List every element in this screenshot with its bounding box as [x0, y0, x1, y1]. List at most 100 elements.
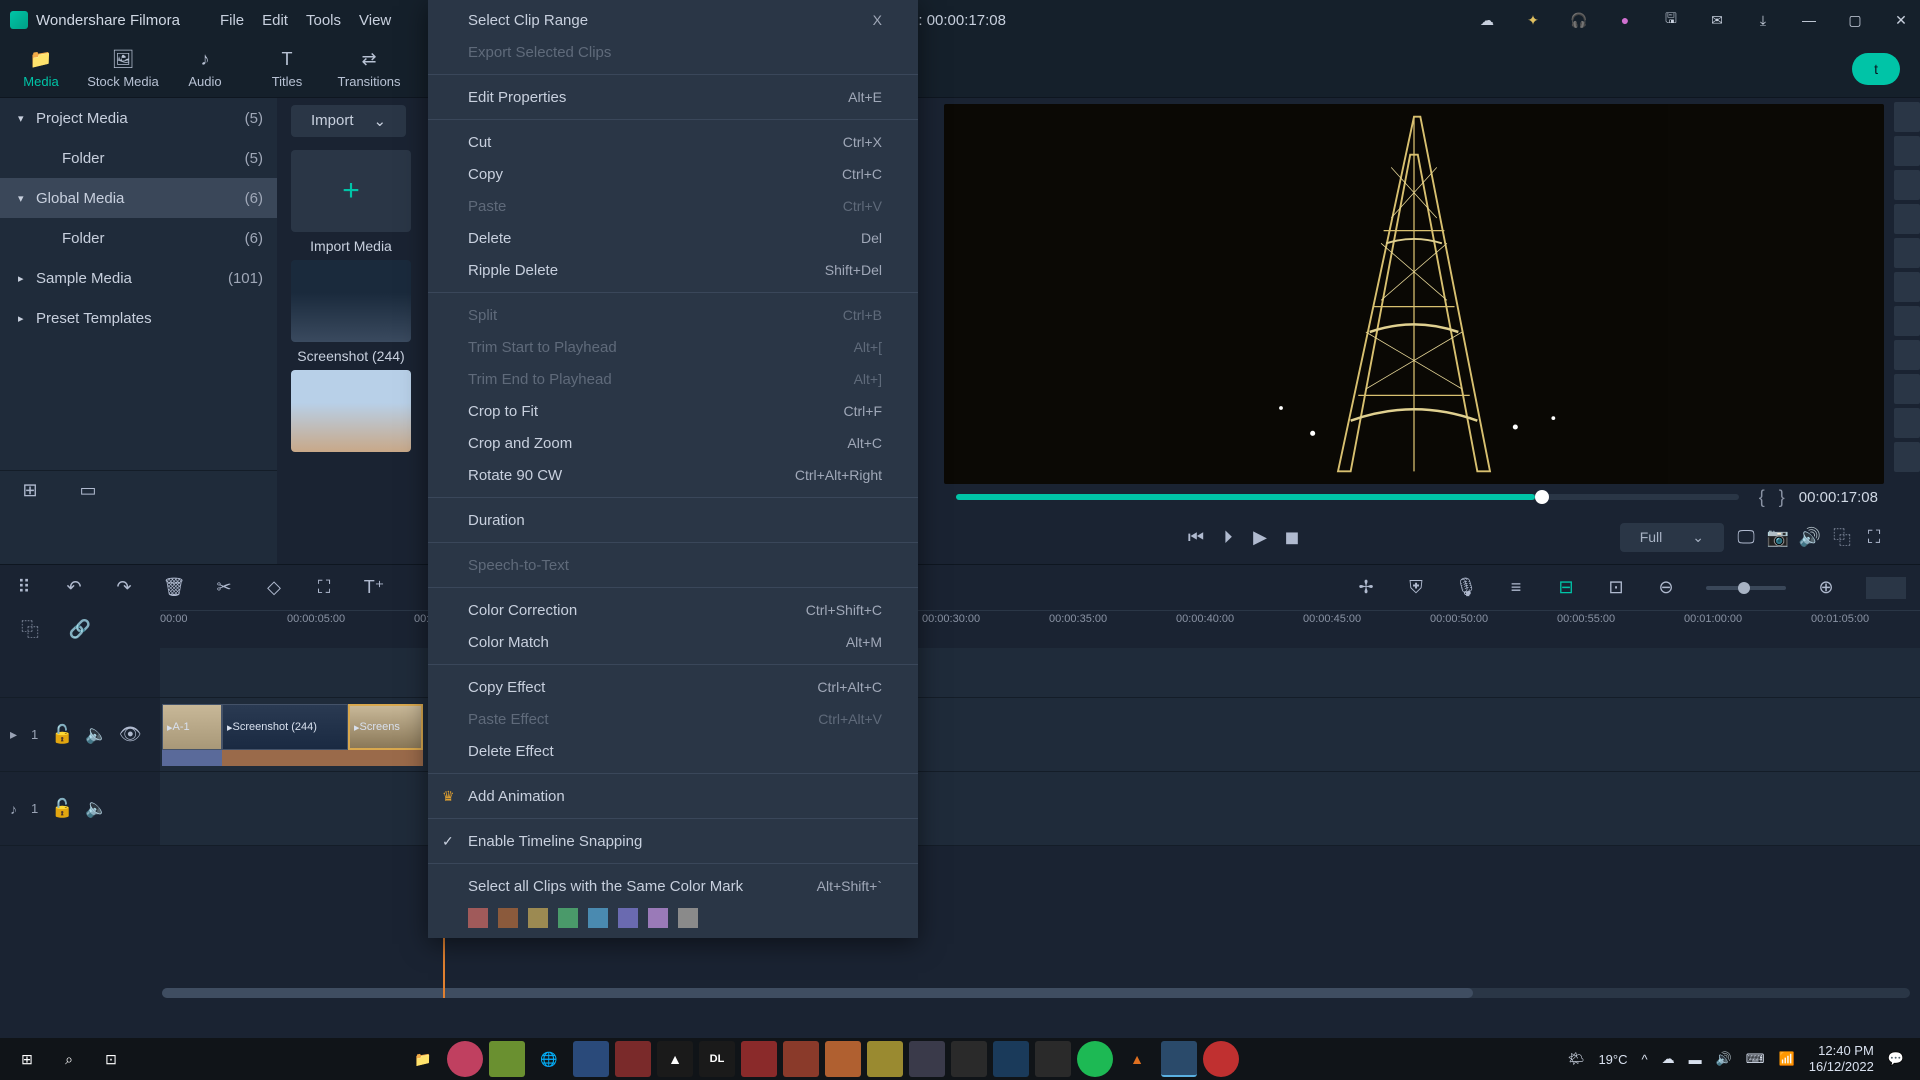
- color-swatch[interactable]: [648, 908, 668, 928]
- media-thumb-1[interactable]: [291, 260, 411, 342]
- system-clock[interactable]: 12:40 PM 16/12/2022: [1809, 1043, 1874, 1074]
- tree-item-preset-templates[interactable]: ▸Preset Templates: [0, 298, 277, 338]
- zoom-in-icon[interactable]: ⊕: [1816, 578, 1836, 598]
- display-icon[interactable]: 🖵: [1736, 527, 1756, 547]
- app-icon[interactable]: [867, 1041, 903, 1077]
- text-icon[interactable]: T⁺: [364, 578, 384, 598]
- wifi-icon[interactable]: 📶: [1779, 1051, 1795, 1067]
- import-button[interactable]: Import⌄: [291, 105, 406, 137]
- tab-stock-media[interactable]: 🖼Stock Media: [82, 49, 164, 89]
- task-view-icon[interactable]: ⊡: [93, 1041, 129, 1077]
- shield-icon[interactable]: ⛨: [1406, 578, 1426, 598]
- meter[interactable]: [1866, 577, 1906, 599]
- tree-item-folder[interactable]: Folder(5): [0, 138, 277, 178]
- tree-item-sample-media[interactable]: ▸Sample Media(101): [0, 258, 277, 298]
- close-icon[interactable]: ✕: [1892, 11, 1910, 29]
- menu-edit[interactable]: Edit: [262, 12, 288, 29]
- weather-text[interactable]: 19°C: [1598, 1052, 1627, 1067]
- delete-icon[interactable]: 🗑: [164, 578, 184, 598]
- app-icon[interactable]: [1035, 1041, 1071, 1077]
- timeline-clip[interactable]: ▸ A-1: [162, 704, 222, 750]
- mark-in[interactable]: {: [1759, 487, 1765, 508]
- app-icon[interactable]: [1203, 1041, 1239, 1077]
- timeline-clip[interactable]: ▸ Screenshot (244): [222, 704, 348, 750]
- app-icon[interactable]: ▲: [657, 1041, 693, 1077]
- notifications-icon[interactable]: 💬: [1888, 1051, 1904, 1067]
- menu-tools[interactable]: Tools: [306, 12, 341, 29]
- ctx-copy-effect[interactable]: Copy EffectCtrl+Alt+C: [428, 671, 918, 703]
- import-media-tile[interactable]: +: [291, 150, 411, 232]
- tips-icon[interactable]: ✦: [1524, 11, 1542, 29]
- marker-slot[interactable]: [1894, 102, 1920, 132]
- stop-icon[interactable]: ◼: [1282, 527, 1302, 547]
- marker-slot[interactable]: [1894, 272, 1920, 302]
- ctx-edit-properties[interactable]: Edit PropertiesAlt+E: [428, 81, 918, 113]
- folder-icon[interactable]: ▭: [78, 481, 98, 501]
- cloud-icon[interactable]: ☁: [1478, 11, 1496, 29]
- tab-audio[interactable]: ♪Audio: [164, 49, 246, 89]
- app-icon[interactable]: [909, 1041, 945, 1077]
- mail-icon[interactable]: ✉: [1708, 11, 1726, 29]
- ctx-select-same-color[interactable]: Select all Clips with the Same Color Mar…: [428, 870, 918, 902]
- app-icon[interactable]: [993, 1041, 1029, 1077]
- ctx-duration[interactable]: Duration: [428, 504, 918, 536]
- minimize-icon[interactable]: —: [1800, 11, 1818, 29]
- app-icon[interactable]: [825, 1041, 861, 1077]
- app-icon[interactable]: [951, 1041, 987, 1077]
- play-icon[interactable]: ▶: [1250, 527, 1270, 547]
- mark-out[interactable]: }: [1779, 487, 1785, 508]
- ctx-ripple-delete[interactable]: Ripple DeleteShift+Del: [428, 254, 918, 286]
- visibility-icon[interactable]: 👁: [120, 725, 140, 745]
- color-swatch[interactable]: [588, 908, 608, 928]
- lock-icon[interactable]: 🔓: [52, 799, 72, 819]
- app-icon[interactable]: [783, 1041, 819, 1077]
- mic-icon[interactable]: 🎙: [1456, 578, 1476, 598]
- undo-icon[interactable]: ↶: [64, 578, 84, 598]
- ctx-delete[interactable]: DeleteDel: [428, 222, 918, 254]
- timeline-ruler[interactable]: 00:0000:00:05:0000:00:10:0000:00:15:0000…: [160, 610, 1920, 648]
- profile-icon[interactable]: ●: [1616, 11, 1634, 29]
- mixer-icon[interactable]: ≡: [1506, 578, 1526, 598]
- tab-titles[interactable]: TTitles: [246, 49, 328, 89]
- menu-file[interactable]: File: [220, 12, 244, 29]
- preview-scrubber[interactable]: [956, 494, 1739, 500]
- ctx-add-animation[interactable]: ♛Add Animation: [428, 780, 918, 812]
- ctx-crop-to-fit[interactable]: Crop to FitCtrl+F: [428, 395, 918, 427]
- app-icon[interactable]: DL: [699, 1041, 735, 1077]
- color-swatch[interactable]: [528, 908, 548, 928]
- tree-item-project-media[interactable]: ▾Project Media(5): [0, 98, 277, 138]
- cut-icon[interactable]: ✂: [214, 578, 234, 598]
- redo-icon[interactable]: ↷: [114, 578, 134, 598]
- app-icon[interactable]: [489, 1041, 525, 1077]
- marker-slot[interactable]: [1894, 408, 1920, 438]
- marker-slot[interactable]: [1894, 374, 1920, 404]
- fit-icon[interactable]: ⊡: [1606, 578, 1626, 598]
- link-icon[interactable]: 🔗: [70, 619, 90, 639]
- fullscreen-icon[interactable]: ⛶: [1864, 527, 1884, 547]
- ctx-select-clip-range[interactable]: Select Clip RangeX: [428, 4, 918, 36]
- ctx-enable-timeline-snapping[interactable]: ✓Enable Timeline Snapping: [428, 825, 918, 857]
- export-button[interactable]: t: [1852, 53, 1900, 85]
- marker-slot[interactable]: [1894, 442, 1920, 472]
- tray-expand-icon[interactable]: ^: [1641, 1052, 1647, 1067]
- onedrive-icon[interactable]: ☁: [1662, 1051, 1675, 1067]
- track-manage-icon[interactable]: ⿻: [20, 619, 40, 639]
- save-icon[interactable]: 🖫: [1662, 11, 1680, 29]
- color-swatch[interactable]: [498, 908, 518, 928]
- spotify-icon[interactable]: [1077, 1041, 1113, 1077]
- sound-tray-icon[interactable]: 🔊: [1716, 1051, 1732, 1067]
- new-folder-icon[interactable]: ⊞: [20, 481, 40, 501]
- ctx-delete-effect[interactable]: Delete Effect: [428, 735, 918, 767]
- timeline-clip-selected[interactable]: ▸ Screens: [348, 704, 423, 750]
- tree-item-folder[interactable]: Folder(6): [0, 218, 277, 258]
- timeline-scrollbar[interactable]: [162, 988, 1910, 998]
- snapshot-icon[interactable]: 📷: [1768, 527, 1788, 547]
- ctx-cut[interactable]: CutCtrl+X: [428, 126, 918, 158]
- prev-frame-icon[interactable]: ⏮: [1186, 527, 1206, 547]
- zoom-out-icon[interactable]: ⊖: [1656, 578, 1676, 598]
- step-icon[interactable]: ⏵: [1218, 527, 1238, 547]
- media-thumb-2[interactable]: [291, 370, 411, 452]
- app-icon[interactable]: [741, 1041, 777, 1077]
- ctx-color-match[interactable]: Color MatchAlt+M: [428, 626, 918, 658]
- ctx-rotate-cw[interactable]: Rotate 90 CWCtrl+Alt+Right: [428, 459, 918, 491]
